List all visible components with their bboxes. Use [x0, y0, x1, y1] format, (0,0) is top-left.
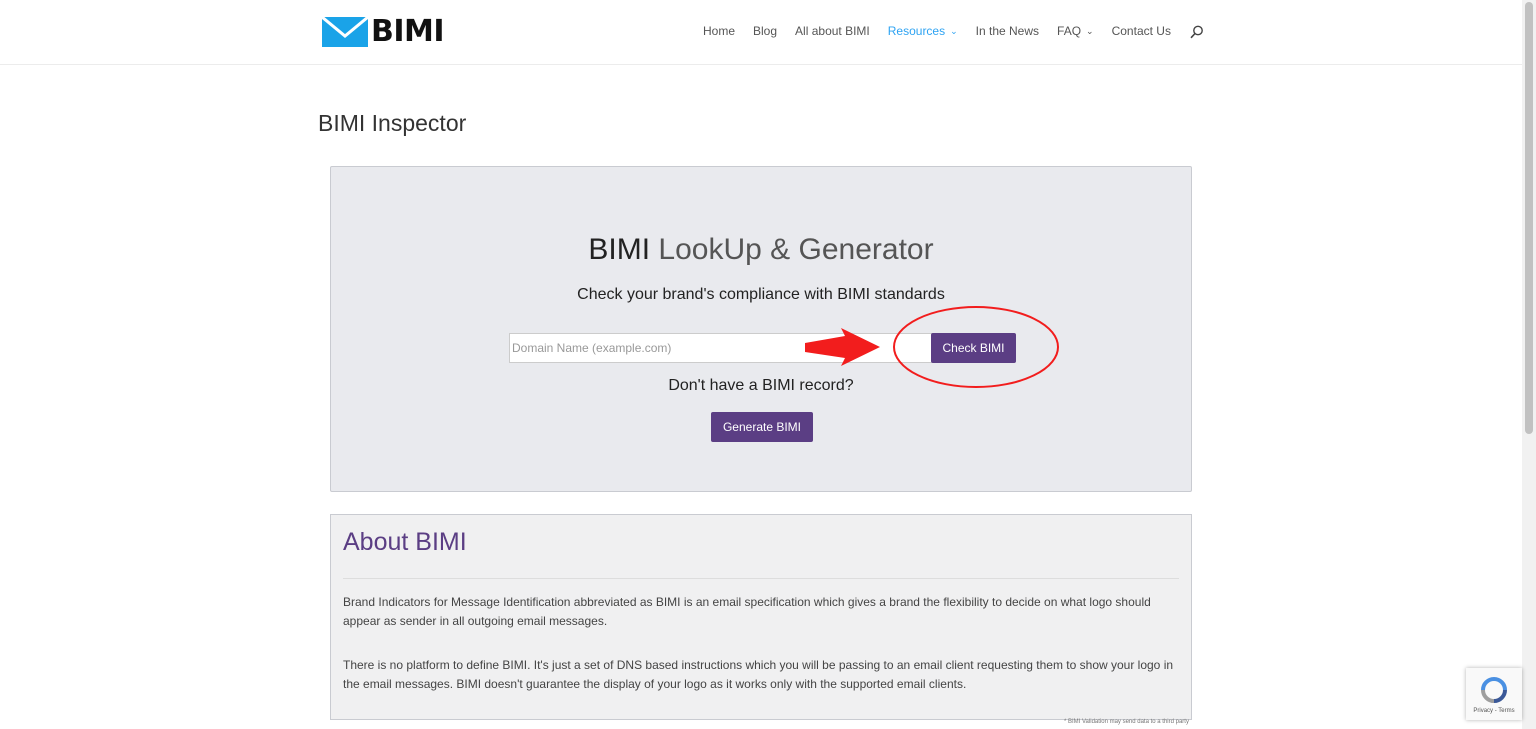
nav-blog[interactable]: Blog: [753, 24, 777, 38]
recaptcha-icon: [1481, 677, 1507, 703]
about-paragraph-2: There is no platform to define BIMI. It'…: [343, 658, 1174, 691]
logo-text: BIMI: [371, 14, 445, 49]
lookup-heading: BIMI LookUp & Generator: [331, 233, 1191, 267]
nav-faq-label: FAQ: [1057, 24, 1082, 38]
nav-faq[interactable]: FAQ ⌄: [1057, 24, 1094, 38]
about-title: About BIMI: [343, 528, 467, 556]
domain-name-input[interactable]: [509, 333, 933, 363]
envelope-logo-icon: [322, 17, 368, 47]
no-record-text: Don't have a BIMI record?: [668, 377, 854, 394]
lookup-heading-strong: BIMI: [588, 233, 651, 266]
nav-home[interactable]: Home: [703, 24, 735, 38]
nav-all-about-bimi[interactable]: All about BIMI: [795, 24, 870, 38]
page-title: BIMI Inspector: [318, 110, 467, 136]
check-bimi-button[interactable]: Check BIMI: [931, 333, 1016, 363]
about-paragraph-1: Brand Indicators for Message Identificat…: [343, 595, 1151, 628]
about-divider: [343, 578, 1179, 579]
nav-resources[interactable]: Resources ⌄: [888, 24, 958, 38]
bimi-lookup-panel: BIMI LookUp & Generator Check your brand…: [330, 166, 1192, 492]
chevron-down-icon: ⌄: [1086, 26, 1094, 36]
about-bimi-section: About BIMI Brand Indicators for Message …: [330, 514, 1192, 720]
recaptcha-badge[interactable]: Privacy - Terms: [1466, 668, 1522, 720]
chevron-down-icon: ⌄: [950, 26, 958, 36]
scrollbar-thumb[interactable]: [1525, 2, 1533, 434]
main-nav: Home Blog All about BIMI Resources ⌄ In t…: [703, 24, 1189, 38]
lookup-heading-light: LookUp & Generator: [658, 233, 934, 266]
generate-bimi-button[interactable]: Generate BIMI: [711, 412, 813, 442]
nav-in-the-news[interactable]: In the News: [976, 24, 1039, 38]
bimi-logo[interactable]: BIMI: [322, 14, 445, 49]
lookup-subtitle: Check your brand's compliance with BIMI …: [577, 286, 945, 303]
nav-resources-label: Resources: [887, 24, 946, 38]
site-header: BIMI Home Blog All about BIMI Resources ⌄…: [0, 0, 1522, 65]
recaptcha-privacy-terms[interactable]: Privacy - Terms: [1466, 708, 1522, 714]
validation-footnote: * BIMI Validation may send data to a thi…: [1064, 719, 1189, 725]
nav-contact-us[interactable]: Contact Us: [1112, 24, 1171, 38]
page-scrollbar[interactable]: [1522, 0, 1536, 729]
search-icon[interactable]: [1190, 25, 1204, 39]
